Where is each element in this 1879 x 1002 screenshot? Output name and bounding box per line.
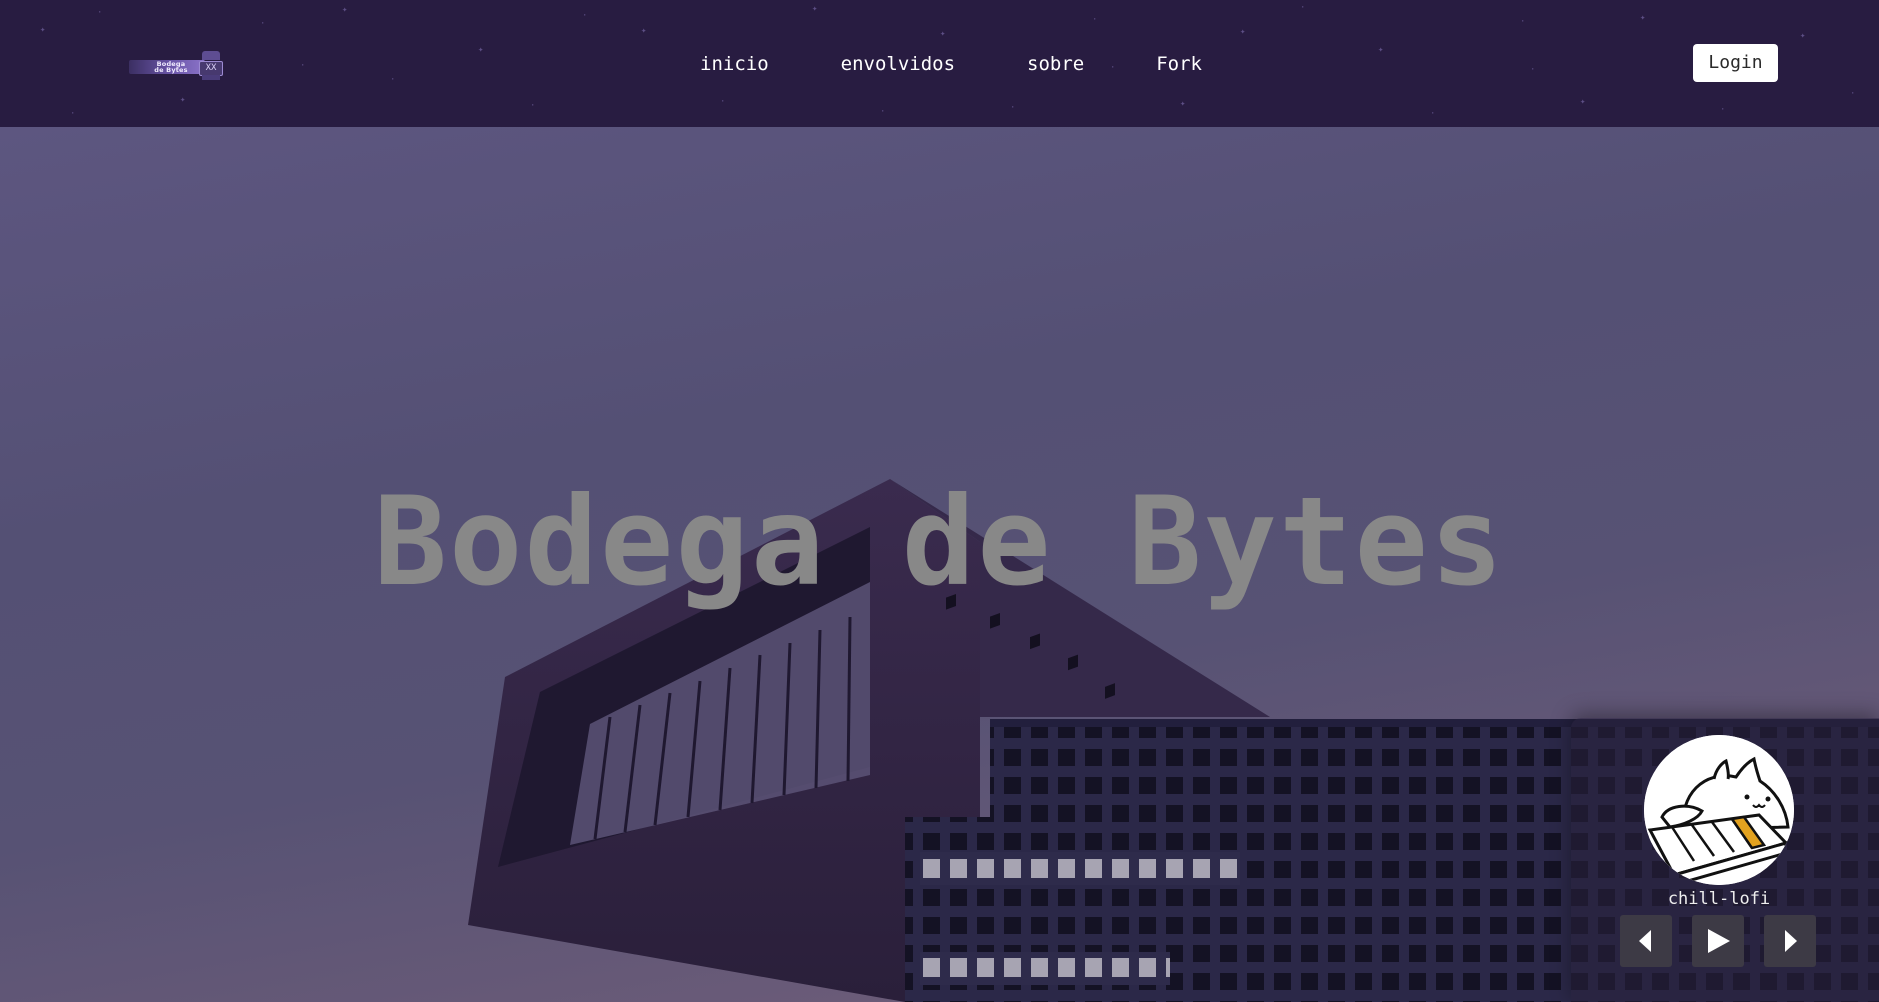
- page: ✦ · ✦ · ✦ · ✦ · · ✦ · ✦ · ✦ · · ✦ ✦ · ✦ …: [0, 0, 1879, 1002]
- previous-track-button[interactable]: [1620, 915, 1672, 967]
- play-button[interactable]: [1692, 915, 1744, 967]
- nav-link-sobre[interactable]: sobre: [1027, 50, 1084, 78]
- logo-text-line2: de Bytes: [154, 66, 188, 74]
- logo-box: XX: [199, 61, 223, 76]
- nav-link-inicio[interactable]: inicio: [700, 50, 769, 78]
- logo-foot: [202, 75, 220, 80]
- logo-cap: [202, 51, 220, 60]
- login-button[interactable]: Login: [1693, 44, 1778, 82]
- site-logo[interactable]: Bodega de Bytes XX: [125, 51, 225, 81]
- nav-link-envolvidos[interactable]: envolvidos: [841, 50, 955, 78]
- main-nav: inicio envolvidos sobre Fork: [700, 50, 1202, 78]
- track-title: chill-lofi: [1667, 889, 1771, 909]
- navbar: ✦ · ✦ · ✦ · ✦ · · ✦ · ✦ · ✦ · · ✦ ✦ · ✦ …: [0, 0, 1879, 127]
- nav-link-fork[interactable]: Fork: [1156, 50, 1202, 78]
- logo-text: Bodega de Bytes: [141, 61, 201, 74]
- album-art-bongo-cat: [1644, 735, 1794, 885]
- bongo-cat-keyboard-illustration: [1644, 735, 1794, 885]
- next-track-button[interactable]: [1764, 915, 1816, 967]
- music-player: chill-lofi: [1571, 718, 1879, 1002]
- hero-title: Bodega de Bytes: [373, 471, 1506, 613]
